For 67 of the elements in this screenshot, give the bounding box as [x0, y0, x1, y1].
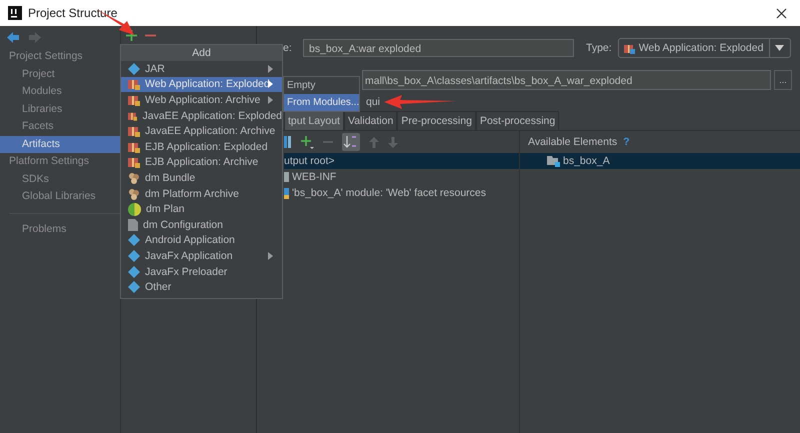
browse-button[interactable]: ...	[774, 70, 792, 90]
name-field[interactable]: bs_box_A:war exploded	[303, 39, 574, 57]
field-label: Type:	[586, 42, 612, 54]
menu-title: Add	[121, 45, 282, 61]
section-heading: Project Settings	[8, 49, 84, 64]
caret-icon	[775, 45, 784, 51]
sort-icon[interactable]	[342, 133, 360, 151]
gift-icon	[128, 125, 140, 138]
sidebar-item[interactable]: Global Libraries	[0, 188, 120, 206]
menu-item[interactable]: Empty	[284, 77, 359, 94]
gift-icon	[128, 78, 140, 90]
tree-item[interactable]: utput root>	[284, 153, 519, 169]
sidebar-item[interactable]: SDKs	[0, 170, 120, 188]
menu-item[interactable]: JavaFx Preloader	[121, 264, 282, 280]
tab[interactable]: Post-processing	[476, 111, 560, 130]
field-label: e:	[283, 42, 293, 54]
gift-icon	[128, 140, 140, 153]
folder-icon	[284, 172, 289, 182]
section-heading: Platform Settings	[8, 154, 90, 169]
sidebar-item[interactable]: Facets	[0, 118, 120, 136]
menu-item[interactable]: JAR	[121, 61, 282, 77]
tab[interactable]: tput Layout	[284, 111, 344, 130]
bundle-icon	[128, 188, 140, 200]
tab[interactable]: Validation	[344, 111, 398, 130]
menu-item[interactable]: EJB Application: Archive	[121, 154, 282, 170]
type-dropdown[interactable]: Web Application: Exploded	[618, 38, 791, 58]
menu-item[interactable]: JavaEE Application: Archive	[121, 123, 282, 139]
tree-item[interactable]: WEB-INF	[284, 169, 519, 185]
close-icon[interactable]	[776, 8, 787, 18]
bundle-icon	[128, 172, 140, 184]
output-directory-field[interactable]: mall\bs_box_A\classes\artifacts\bs_box_A_war_exploded	[362, 70, 771, 90]
menu-item[interactable]: JavaFx Application	[121, 248, 282, 264]
sidebar-item[interactable]: Libraries	[0, 100, 120, 118]
move-down-icon[interactable]	[388, 136, 398, 148]
menu-item[interactable]: JavaEE Application: Exploded	[121, 108, 282, 124]
tree-item[interactable]: bs_box_A	[520, 153, 800, 169]
sidebar-item[interactable]: Modules	[0, 83, 120, 100]
resource-icon	[284, 188, 289, 198]
file-icon	[128, 218, 138, 231]
globe-icon	[128, 202, 141, 216]
menu-item[interactable]: dm Configuration	[121, 216, 282, 233]
menu-item[interactable]: EJB Application: Exploded	[121, 138, 282, 155]
sidebar-item[interactable]: Artifacts	[0, 136, 120, 153]
menu-item[interactable]: From Modules...	[284, 94, 359, 111]
menu-item[interactable]: Android Application	[121, 232, 282, 248]
back-icon[interactable]	[7, 32, 19, 42]
move-up-icon[interactable]	[369, 136, 379, 148]
columns-icon[interactable]	[284, 136, 292, 148]
tab[interactable]: Pre-processing	[397, 111, 476, 130]
app-logo-icon	[8, 6, 22, 20]
add-icon[interactable]	[301, 136, 314, 148]
add-icon[interactable]	[126, 30, 137, 40]
menu-item[interactable]: dm Bundle	[121, 170, 282, 186]
checkbox-label: qui	[366, 96, 380, 108]
sidebar-item[interactable]: Problems	[0, 220, 120, 238]
gift-icon	[128, 156, 140, 168]
menu-item[interactable]: dm Plan	[121, 201, 282, 217]
menu-item[interactable]: Web Application: Archive	[121, 92, 282, 108]
module-folder-icon	[547, 155, 560, 167]
panel-heading: Available Elements	[528, 136, 618, 148]
gift-icon	[128, 94, 140, 106]
menu-item[interactable]: dm Platform Archive	[121, 186, 282, 202]
sidebar-item[interactable]: Project	[0, 66, 120, 83]
menu-item[interactable]: Other	[121, 279, 282, 295]
gift-icon	[622, 42, 635, 54]
help-icon[interactable]: ?	[623, 136, 630, 148]
tree-item[interactable]: 'bs_box_A' module: 'Web' facet resources	[284, 185, 519, 201]
